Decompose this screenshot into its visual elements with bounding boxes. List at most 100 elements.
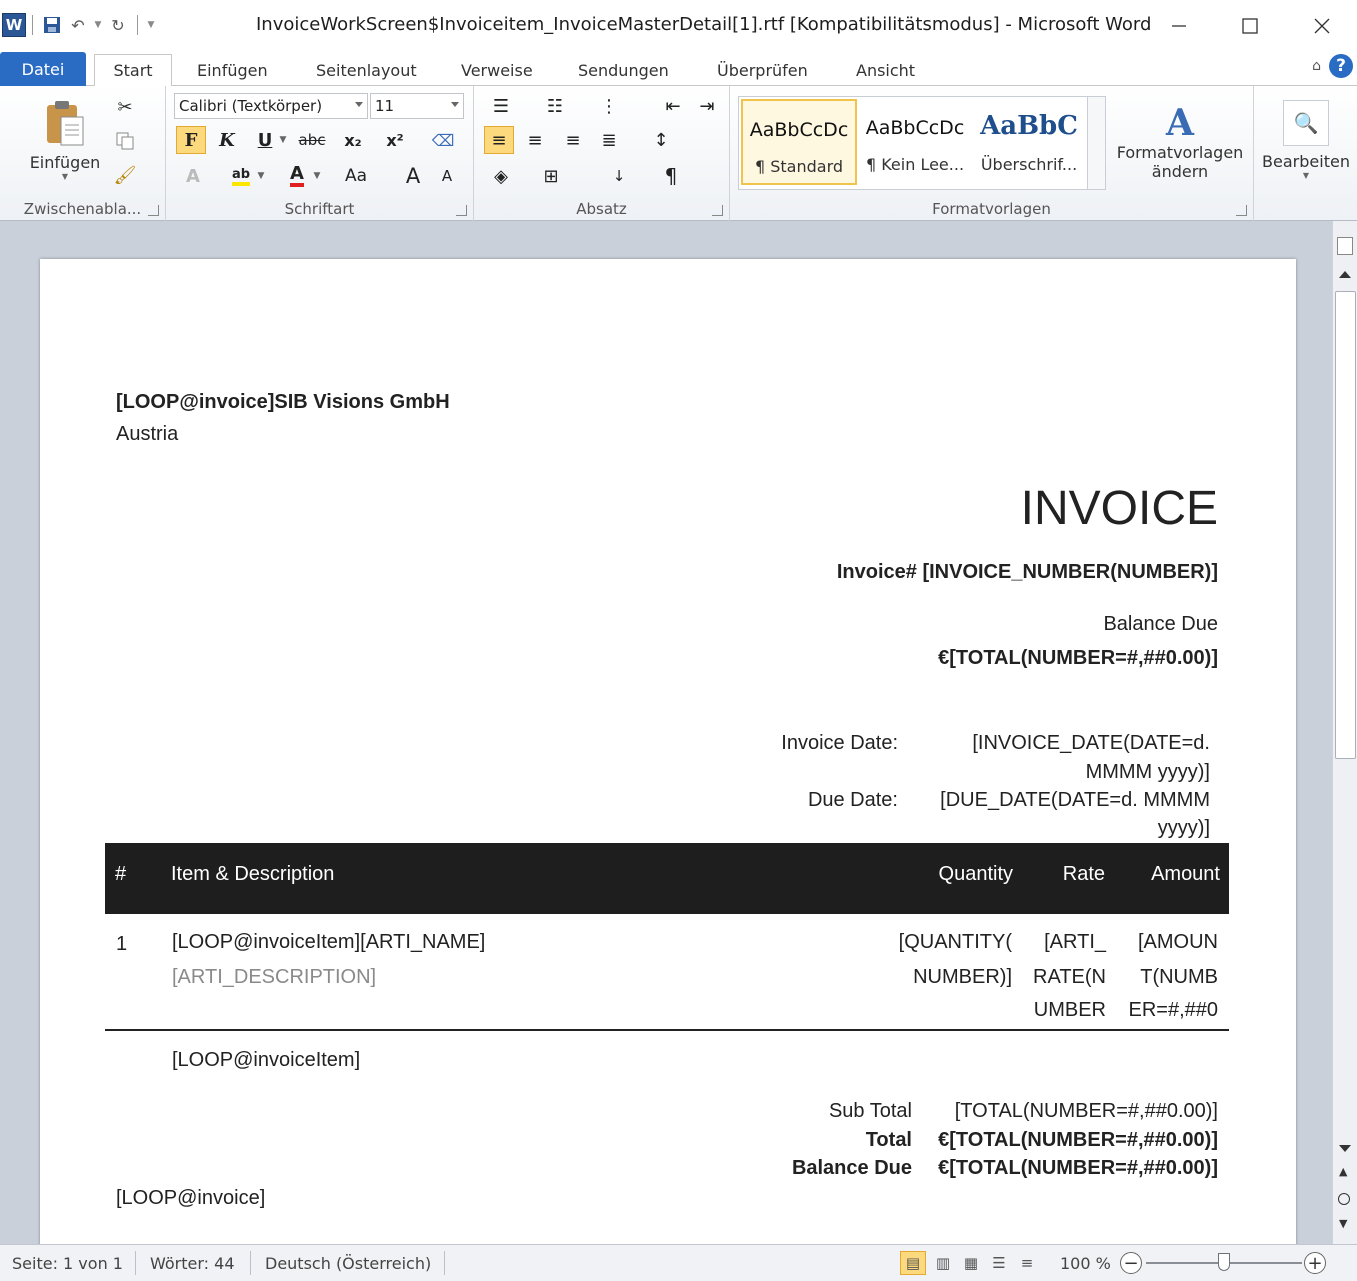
- tab-references[interactable]: Verweise: [461, 54, 533, 86]
- align-center-icon[interactable]: ≡: [520, 126, 550, 154]
- increase-indent-icon[interactable]: ⇥: [692, 92, 722, 120]
- outline-icon[interactable]: ☰: [986, 1251, 1012, 1275]
- ribbon-tabs: Datei Start Einfügen Seitenlayout Verwei…: [0, 50, 1357, 87]
- style-name: ¶ Kein Lee...: [865, 155, 965, 174]
- change-styles-button[interactable]: A Formatvorlagen ändern: [1110, 92, 1250, 192]
- help-icon[interactable]: ?: [1329, 54, 1353, 78]
- previous-page-icon[interactable]: ▲: [1339, 1165, 1347, 1178]
- vertical-scroll-thumb[interactable]: [1335, 291, 1356, 759]
- paragraph-group: ☰ ☷ ⋮ ⇤ ⇥ ≡ ≡ ≡ ≣ ↕ ◈ ⊞ ↓ ¶ Absatz: [474, 86, 730, 221]
- web-layout-icon[interactable]: ▦: [958, 1251, 984, 1275]
- items-table-header: # Item & Description Quantity Rate Amoun…: [105, 843, 1229, 914]
- maximize-button[interactable]: [1226, 6, 1274, 46]
- editing-button[interactable]: 🔍 Bearbeiten ▼: [1258, 92, 1354, 188]
- country: Austria: [116, 423, 179, 445]
- highlight-dropdown-icon[interactable]: ▼: [254, 162, 268, 190]
- multilevel-list-icon[interactable]: ⋮: [594, 92, 624, 120]
- cut-icon[interactable]: ✂: [112, 94, 138, 120]
- full-screen-reading-icon[interactable]: ▥: [930, 1251, 956, 1275]
- document-area[interactable]: [LOOP@invoice]SIB Visions GmbH Austria I…: [0, 221, 1332, 1244]
- zoom-slider-thumb[interactable]: [1218, 1253, 1230, 1271]
- paragraph-launcher-icon[interactable]: [712, 205, 723, 216]
- text-effects-icon[interactable]: A: [178, 162, 208, 190]
- vertical-scrollbar[interactable]: ▲ ▼: [1332, 221, 1357, 1244]
- copy-icon[interactable]: [112, 128, 138, 154]
- font-launcher-icon[interactable]: [456, 205, 467, 216]
- highlight-icon[interactable]: ab: [226, 162, 256, 190]
- tab-mailings[interactable]: Sendungen: [578, 54, 669, 86]
- next-page-icon[interactable]: ▼: [1339, 1217, 1347, 1230]
- font-size-select[interactable]: 11: [370, 93, 464, 119]
- font-color-dropdown-icon[interactable]: ▼: [310, 162, 324, 190]
- scroll-up-icon[interactable]: [1339, 271, 1351, 278]
- tabs-right-controls: ⌂ ?: [1312, 54, 1353, 78]
- bold-button[interactable]: F: [176, 126, 206, 154]
- table-divider: [105, 1029, 1229, 1031]
- shading-icon[interactable]: ◈: [486, 162, 516, 190]
- subscript-button[interactable]: x₂: [338, 126, 368, 154]
- align-right-icon[interactable]: ≡: [558, 126, 588, 154]
- styles-launcher-icon[interactable]: [1236, 205, 1247, 216]
- style-name: ¶ Standard: [754, 157, 844, 176]
- numbering-icon[interactable]: ☷: [540, 92, 570, 120]
- header-quantity: Quantity: [938, 863, 1013, 885]
- zoom-in-icon[interactable]: +: [1304, 1252, 1326, 1274]
- draft-icon[interactable]: ≡: [1014, 1251, 1040, 1275]
- tab-start[interactable]: Start: [94, 54, 172, 87]
- zoom-level[interactable]: 100 %: [1060, 1254, 1111, 1273]
- tab-file[interactable]: Datei: [0, 52, 86, 86]
- bullets-icon[interactable]: ☰: [486, 92, 516, 120]
- scroll-down-icon[interactable]: [1339, 1145, 1351, 1152]
- style-no-spacing[interactable]: AaBbCcDc ¶ Kein Lee...: [857, 99, 973, 185]
- clipboard-group: Einfügen ▼ ✂ 🖌 Zwischenabla...: [0, 86, 166, 221]
- document-page[interactable]: [LOOP@invoice]SIB Visions GmbH Austria I…: [40, 259, 1296, 1244]
- browse-object-icon[interactable]: [1338, 1193, 1350, 1205]
- zoom-out-icon[interactable]: −: [1120, 1252, 1142, 1274]
- tab-review[interactable]: Überprüfen: [717, 54, 808, 86]
- show-formatting-icon[interactable]: ¶: [656, 162, 686, 190]
- sort-icon[interactable]: ↓: [604, 162, 634, 190]
- shrink-font-button[interactable]: A: [432, 162, 462, 190]
- close-button[interactable]: [1298, 6, 1346, 46]
- customize-qat-icon[interactable]: ▼: [144, 12, 158, 38]
- tab-view[interactable]: Ansicht: [856, 54, 915, 86]
- align-left-icon[interactable]: ≡: [484, 126, 514, 154]
- page-count[interactable]: Seite: 1 von 1: [12, 1254, 123, 1273]
- clipboard-launcher-icon[interactable]: [148, 205, 159, 216]
- chevron-down-icon: [355, 102, 363, 107]
- style-standard[interactable]: AaBbCcDc ¶ Standard: [741, 99, 857, 185]
- paste-button[interactable]: Einfügen ▼: [20, 92, 110, 188]
- font-name-select[interactable]: Calibri (Textkörper): [174, 93, 368, 119]
- language[interactable]: Deutsch (Österreich): [265, 1254, 431, 1273]
- style-gallery: AaBbCcDc ¶ Standard AaBbCcDc ¶ Kein Lee.…: [738, 96, 1106, 190]
- redo-icon[interactable]: ↻: [105, 12, 131, 38]
- change-case-button[interactable]: Aa: [336, 162, 376, 190]
- style-heading[interactable]: AaBbC Überschrif...: [971, 99, 1087, 185]
- line-spacing-icon[interactable]: ↕: [646, 126, 676, 154]
- style-gallery-scroll[interactable]: [1087, 97, 1105, 189]
- ruler-toggle-icon[interactable]: [1337, 237, 1353, 255]
- undo-dropdown-icon[interactable]: ▼: [91, 12, 105, 38]
- format-painter-icon[interactable]: 🖌: [112, 162, 138, 188]
- word-app-icon[interactable]: W: [2, 13, 26, 37]
- borders-icon[interactable]: ⊞: [536, 162, 566, 190]
- minimize-ribbon-icon[interactable]: ⌂: [1312, 58, 1321, 74]
- grow-font-button[interactable]: A: [398, 162, 428, 190]
- row-amount: [AMOUN: [1138, 931, 1218, 953]
- change-styles-icon: A: [1166, 102, 1194, 144]
- tab-insert[interactable]: Einfügen: [197, 54, 268, 86]
- print-layout-icon[interactable]: ▤: [900, 1251, 926, 1275]
- justify-icon[interactable]: ≣: [594, 126, 624, 154]
- word-count[interactable]: Wörter: 44: [150, 1254, 235, 1273]
- superscript-button[interactable]: x²: [380, 126, 410, 154]
- underline-dropdown-icon[interactable]: ▼: [276, 126, 290, 154]
- save-icon[interactable]: [39, 12, 65, 38]
- strikethrough-button[interactable]: abc: [294, 126, 330, 154]
- font-color-icon[interactable]: A: [282, 162, 312, 190]
- decrease-indent-icon[interactable]: ⇤: [658, 92, 688, 120]
- tab-page-layout[interactable]: Seitenlayout: [316, 54, 417, 86]
- undo-icon[interactable]: ↶: [65, 12, 91, 38]
- minimize-button[interactable]: [1155, 6, 1203, 46]
- italic-button[interactable]: K: [212, 126, 242, 154]
- clear-formatting-icon[interactable]: ⌫: [428, 126, 458, 154]
